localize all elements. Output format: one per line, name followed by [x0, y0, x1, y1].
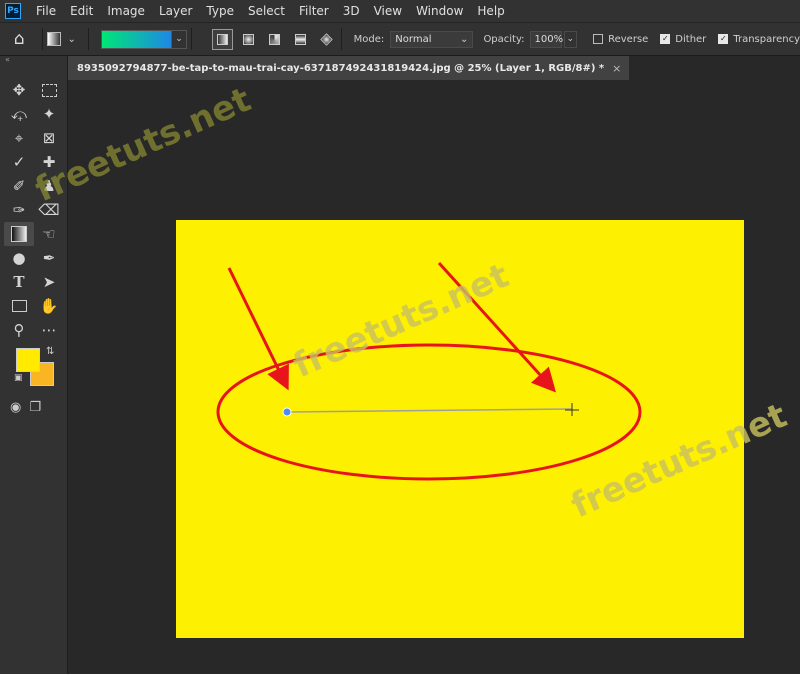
mode-dropdown[interactable]: Normal ⌄	[390, 30, 474, 48]
opacity-input[interactable]: 100%	[529, 30, 564, 48]
brush-tool-icon[interactable]: ✐	[4, 174, 34, 198]
dodge-tool-icon[interactable]: ●	[4, 246, 34, 270]
reverse-check-icon	[593, 34, 604, 44]
crop-tool-icon[interactable]: ⌖	[4, 126, 34, 150]
marquee-tool-icon[interactable]	[34, 78, 64, 102]
clone-stamp-icon[interactable]: ♟	[34, 174, 64, 198]
menu-window[interactable]: Window	[409, 4, 470, 18]
divider	[190, 28, 192, 50]
gradient-type-group	[211, 28, 337, 50]
reverse-label: Reverse	[608, 33, 649, 45]
dither-check-icon: ✓	[660, 34, 671, 44]
collapse-panel-icon[interactable]: «	[0, 56, 67, 64]
menu-type[interactable]: Type	[199, 4, 241, 18]
tool-preset-button[interactable]: ⌄	[47, 32, 84, 46]
menu-edit[interactable]: Edit	[63, 4, 100, 18]
blur-tool-icon[interactable]: ☜	[34, 222, 64, 246]
mode-label: Mode:	[353, 33, 385, 45]
mode-value: Normal	[395, 33, 432, 45]
tools-panel: « ✥ ⤽ ✦ ⌖ ⊠ ✓ ✚ ✐ ♟ ✑ ⌫ ☜ ● ✒ T ➤ ✋ ⚲ ⋯ …	[0, 56, 68, 674]
options-bar: ⌂ ⌄ ⌄ Mode: Normal ⌄ Opacity: 100% ⌄ Rev…	[0, 22, 800, 56]
diamond-gradient-button[interactable]	[316, 29, 337, 50]
default-colors-icon[interactable]: ▣	[14, 373, 23, 383]
menu-image[interactable]: Image	[100, 4, 152, 18]
document-tab[interactable]: 8935092794877-be-tap-to-mau-trai-cay-637…	[68, 56, 630, 80]
menu-help[interactable]: Help	[470, 4, 511, 18]
history-brush-icon[interactable]: ✑	[4, 198, 34, 222]
opacity-dropdown-icon[interactable]: ⌄	[563, 30, 578, 48]
reflected-gradient-button[interactable]	[290, 29, 311, 50]
tool-preset-icon	[47, 32, 62, 46]
more-tools-icon[interactable]: ⋯	[34, 318, 64, 342]
menu-layer[interactable]: Layer	[152, 4, 199, 18]
opacity-label: Opacity:	[483, 33, 525, 45]
eraser-tool-icon[interactable]: ⌫	[34, 198, 64, 222]
gradient-tool-icon[interactable]	[4, 222, 34, 246]
divider	[340, 28, 342, 50]
zoom-tool-icon[interactable]: ⚲	[4, 318, 34, 342]
document-tab-title: 8935092794877-be-tap-to-mau-trai-cay-637…	[77, 62, 605, 74]
menu-3d[interactable]: 3D	[336, 4, 367, 18]
menu-file[interactable]: File	[29, 4, 63, 18]
rectangle-tool-icon[interactable]	[4, 294, 34, 318]
home-icon[interactable]: ⌂	[0, 23, 38, 55]
swap-colors-icon[interactable]: ⇅	[46, 346, 54, 357]
path-selection-icon[interactable]: ➤	[34, 270, 64, 294]
screen-mode-icon[interactable]: ❐	[29, 400, 41, 415]
foreground-color-swatch[interactable]	[16, 348, 40, 372]
linear-gradient-button[interactable]	[211, 28, 233, 50]
menu-bar: Ps File Edit Image Layer Type Select Fil…	[0, 0, 800, 22]
reverse-checkbox[interactable]: Reverse	[593, 34, 648, 45]
transparency-check-icon: ✓	[718, 34, 729, 44]
pen-tool-icon[interactable]: ✒	[34, 246, 64, 270]
hand-tool-icon[interactable]: ✋	[34, 294, 64, 318]
radial-gradient-button[interactable]	[238, 29, 259, 50]
photoshop-logo: Ps	[5, 3, 21, 19]
dither-label: Dither	[675, 33, 707, 45]
document-tab-bar: 8935092794877-be-tap-to-mau-trai-cay-637…	[68, 56, 800, 80]
angle-gradient-button[interactable]	[264, 29, 285, 50]
tool-grid: ✥ ⤽ ✦ ⌖ ⊠ ✓ ✚ ✐ ♟ ✑ ⌫ ☜ ● ✒ T ➤ ✋ ⚲ ⋯	[4, 78, 67, 342]
quick-mask-icon[interactable]: ◉	[10, 400, 21, 415]
document-canvas[interactable]	[176, 220, 744, 638]
divider	[42, 28, 44, 50]
menu-filter[interactable]: Filter	[292, 4, 336, 18]
healing-brush-icon[interactable]: ✚	[34, 150, 64, 174]
divider	[88, 28, 89, 50]
color-swatches: ⇅ ▣	[0, 346, 67, 400]
workspace	[68, 80, 800, 674]
mode-buttons: ◉ ❐	[10, 400, 67, 415]
chevron-down-icon: ⌄	[67, 33, 76, 45]
magic-wand-icon[interactable]: ✦	[34, 102, 64, 126]
dither-checkbox[interactable]: ✓ Dither	[660, 34, 706, 45]
eyedropper-icon[interactable]: ✓	[4, 150, 34, 174]
type-tool-icon[interactable]: T	[4, 270, 34, 294]
gradient-picker[interactable]	[100, 29, 173, 49]
close-icon[interactable]: ×	[612, 62, 621, 75]
lasso-tool-icon[interactable]: ⤽	[4, 102, 34, 126]
chevron-down-icon: ⌄	[460, 33, 469, 45]
transparency-checkbox[interactable]: ✓ Transparency	[718, 34, 800, 45]
frame-tool-icon[interactable]: ⊠	[34, 126, 64, 150]
move-tool-icon[interactable]: ✥	[4, 78, 34, 102]
transparency-label: Transparency	[733, 33, 800, 45]
menu-view[interactable]: View	[367, 4, 409, 18]
menu-select[interactable]: Select	[241, 4, 292, 18]
opacity-value: 100%	[534, 33, 564, 45]
gradient-dropdown-icon[interactable]: ⌄	[172, 29, 187, 49]
